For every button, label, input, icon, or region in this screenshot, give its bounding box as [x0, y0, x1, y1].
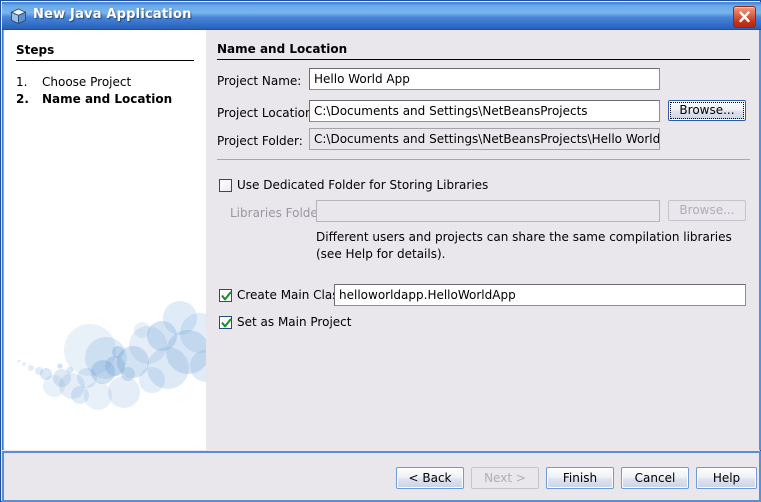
section-divider: [217, 159, 750, 160]
cancel-button-label: Cancel: [634, 471, 676, 485]
next-button: Next >: [471, 467, 539, 489]
next-button-label: Next >: [484, 471, 526, 485]
page-title-divider: [217, 59, 750, 60]
steps-divider: [16, 60, 194, 61]
project-folder-value: C:\Documents and Settings\NetBeansProjec…: [309, 128, 660, 150]
help-button[interactable]: Help: [696, 467, 757, 489]
main-class-input[interactable]: helloworldapp.HelloWorldApp: [334, 284, 746, 306]
step-label: Name and Location: [42, 92, 173, 106]
steps-heading: Steps: [16, 43, 55, 57]
help-button-label: Help: [712, 471, 741, 485]
step-number: 1.: [16, 75, 28, 89]
steps-panel: Steps 1. Choose Project 2. Name and Loca…: [2, 30, 206, 450]
page-title: Name and Location: [217, 42, 348, 56]
checkbox-box-checked: [219, 289, 232, 302]
browse-button-label: Browse...: [679, 203, 735, 217]
window-title: New Java Application: [33, 7, 192, 22]
browse-project-location-button[interactable]: Browse...: [668, 100, 746, 121]
cancel-button[interactable]: Cancel: [621, 467, 689, 489]
decorative-bubbles-graphic: [17, 301, 206, 410]
dialog-window: New Java Application Steps 1. Choose Pro…: [0, 0, 761, 502]
project-folder-label: Project Folder:: [217, 134, 303, 148]
set-as-main-project-label: Set as Main Project: [237, 315, 352, 329]
title-bar-highlight: [2, 2, 761, 4]
step-number: 2.: [16, 92, 29, 106]
libraries-help-line-1: Different users and projects can share t…: [316, 230, 732, 244]
browse-libraries-folder-button: Browse...: [668, 200, 746, 221]
checkbox-box-unchecked: [219, 179, 232, 192]
project-location-input[interactable]: C:\Documents and Settings\NetBeansProjec…: [309, 100, 660, 122]
use-dedicated-folder-label: Use Dedicated Folder for Storing Librari…: [237, 178, 489, 192]
finish-button[interactable]: Finish: [546, 467, 614, 489]
checkbox-box-checked: [219, 316, 232, 329]
step-label: Choose Project: [42, 75, 132, 89]
title-bar[interactable]: New Java Application: [2, 2, 761, 30]
create-main-class-label: Create Main Class: [237, 288, 345, 302]
browse-button-label: Browse...: [679, 103, 735, 117]
libraries-folder-label: Libraries Folder:: [230, 206, 327, 220]
project-name-label: Project Name:: [217, 74, 302, 88]
back-button-label: < Back: [408, 471, 452, 485]
project-name-input[interactable]: Hello World App: [309, 68, 660, 90]
project-location-label: Project Location:: [217, 106, 317, 120]
back-button[interactable]: < Back: [396, 467, 464, 489]
dialog-button-bar: < Back Next > Finish Cancel Help: [2, 451, 761, 502]
java-cube-icon: [10, 8, 27, 25]
libraries-help-line-2: (see Help for details).: [316, 247, 446, 261]
close-icon[interactable]: [733, 6, 756, 28]
libraries-folder-input: [316, 200, 660, 222]
content-panel: Name and Location Project Name: Hello Wo…: [206, 30, 761, 450]
finish-button-label: Finish: [562, 471, 598, 485]
